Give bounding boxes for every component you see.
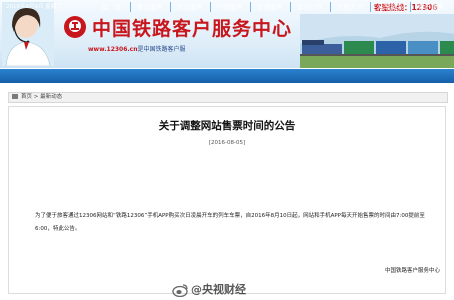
- nav-divider: [170, 2, 171, 12]
- nav-divider: [410, 2, 411, 12]
- nav-item-passenger-service[interactable]: 客运服务: [132, 0, 168, 14]
- article-body: 为了便于旅客通过12306网站和“铁路12306”手机APP购买次日凌晨开车的列…: [35, 213, 425, 232]
- nav-item-parcel-service[interactable]: 行包服务: [212, 0, 248, 14]
- breadcrumb-home-link[interactable]: 首页: [21, 94, 32, 100]
- site-url-suffix: 是中国铁路客户服: [137, 46, 186, 53]
- nav-divider: [250, 2, 251, 12]
- nav-item-home[interactable]: 首 页: [96, 0, 126, 14]
- breadcrumb: [8, 92, 448, 103]
- nav-item-railway-knowledge[interactable]: 铁路常识: [332, 0, 368, 14]
- nav-divider: [210, 2, 211, 12]
- nav-item-train-showcase[interactable]: 站车风采: [372, 0, 408, 14]
- nav-item-freight-service[interactable]: 货运服务: [172, 0, 208, 14]
- nav-divider: [290, 2, 291, 12]
- weibo-icon: [172, 284, 188, 297]
- nav-item-travel-service[interactable]: 旅游服务: [252, 0, 288, 14]
- nav-item-customer-service[interactable]: 客户服务: [412, 0, 450, 14]
- site-title: 中国铁路客户服务中心: [92, 18, 293, 40]
- breadcrumb-trail: 首页 > 最新动态: [21, 92, 62, 103]
- watermark-text: @央视财经: [191, 283, 246, 296]
- site-url-line: www.12306.cn是中国铁路客户服: [88, 45, 186, 55]
- home-icon: [12, 94, 18, 99]
- breadcrumb-current[interactable]: 最新动态: [40, 94, 62, 100]
- nav-divider: [370, 2, 371, 12]
- nav-divider: [330, 2, 331, 12]
- breadcrumb-separator: >: [32, 94, 41, 100]
- nav-item-station-guide[interactable]: 车站引导: [292, 0, 328, 14]
- freight-train-image: [300, 14, 454, 68]
- nav-date: 2016年8月9日 星期二: [6, 4, 62, 10]
- article-date: [2016-08-05]: [208, 140, 246, 146]
- railway-logo-rail-icon: [71, 22, 79, 30]
- main-nav: [0, 69, 454, 83]
- nav-divider: [130, 2, 131, 12]
- article-title: 关于调整网站售票时间的公告: [158, 120, 296, 132]
- site-url-link[interactable]: www.12306.cn: [88, 46, 138, 53]
- article-signature: 中国铁路客户服务中心: [384, 268, 440, 274]
